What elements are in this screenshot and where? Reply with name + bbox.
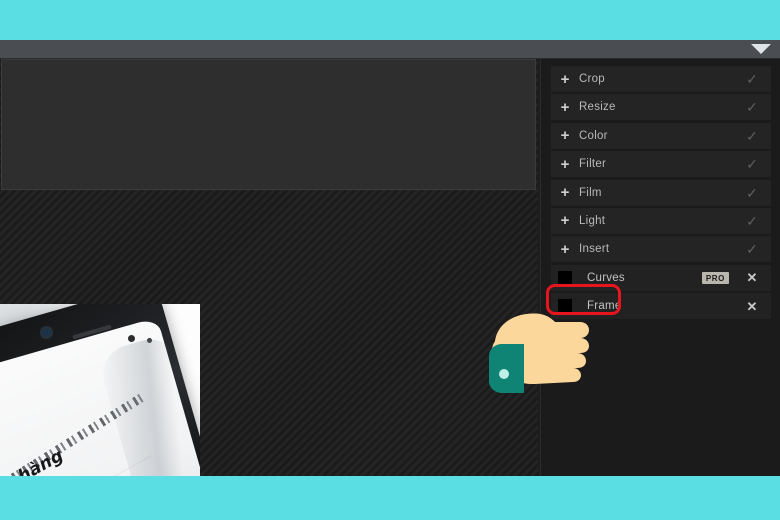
letterbox-top [0,0,780,40]
letterbox-bottom [0,476,780,520]
tool-label: Crop [579,73,605,85]
close-icon[interactable]: ✕ [739,300,771,313]
plus-icon[interactable]: + [551,242,579,257]
tool-row-insert[interactable]: + Insert ✓ [551,236,771,263]
tools-list: + Crop ✓ + Resize ✓ + Color ✓ + Filter ✓ + Film ✓ + Ligh… [551,66,771,322]
photo-thumbnail[interactable]: ản lý đơn hàng ý kiến cần chú ý [0,304,200,476]
plus-icon[interactable]: + [551,213,579,228]
check-icon[interactable]: ✓ [739,157,771,171]
plus-icon[interactable]: + [551,100,579,115]
layer-thumbnail-swatch [558,270,572,285]
pointing-hand-cursor [483,292,593,397]
tool-row-crop[interactable]: + Crop ✓ [551,66,771,92]
preview-panel[interactable] [1,59,536,190]
phone-front-camera-icon [42,328,51,337]
photo-headline-text: ản lý đơn hàng [0,446,67,476]
window-title-bar [0,40,780,59]
tool-row-color[interactable]: + Color ✓ [551,122,771,149]
tool-label: Color [579,129,608,142]
close-icon[interactable]: ✕ [739,271,771,284]
tool-label: Light [579,214,606,227]
tool-row-resize[interactable]: + Resize ✓ [551,94,771,121]
tool-label: Resize [579,101,616,114]
screenshot-root: ản lý đơn hàng ý kiến cần chú ý +Crop✓+R… [0,0,780,520]
tool-row-light[interactable]: + Light ✓ [551,207,771,234]
check-icon[interactable]: ✓ [739,242,771,256]
layer-thumbnail-icon[interactable] [551,270,579,285]
plus-icon[interactable]: + [551,157,579,172]
check-icon[interactable]: ✓ [739,186,771,200]
check-icon[interactable]: ✓ [739,100,771,114]
check-icon[interactable]: ✓ [739,72,771,86]
tool-label: Insert [579,243,610,256]
tool-label: Filter [579,158,607,171]
tool-row-curves[interactable]: Curves PRO ✕ [551,264,771,291]
tool-row-film[interactable]: + Film ✓ [551,179,771,206]
chevron-down-icon[interactable] [750,43,772,55]
tool-label: Film [579,186,602,199]
check-icon[interactable]: ✓ [739,129,771,143]
photo-editor-window: ản lý đơn hàng ý kiến cần chú ý +Crop✓+R… [0,40,780,476]
plus-icon[interactable]: + [551,128,579,143]
plus-icon[interactable]: + [551,72,579,87]
tool-label: Frame [587,300,622,313]
tools-panel: + Crop ✓ + Resize ✓ + Color ✓ + Filter ✓ + Film ✓ + Ligh… [540,59,780,476]
tool-row-filter[interactable]: + Filter ✓ [551,151,771,178]
editor-canvas[interactable]: ản lý đơn hàng ý kiến cần chú ý [0,59,538,476]
pro-badge[interactable]: PRO [701,271,729,284]
plus-icon[interactable]: + [551,185,579,200]
phone-sensor-icon [128,335,135,342]
check-icon[interactable]: ✓ [739,214,771,228]
tool-label: Curves [587,271,625,284]
